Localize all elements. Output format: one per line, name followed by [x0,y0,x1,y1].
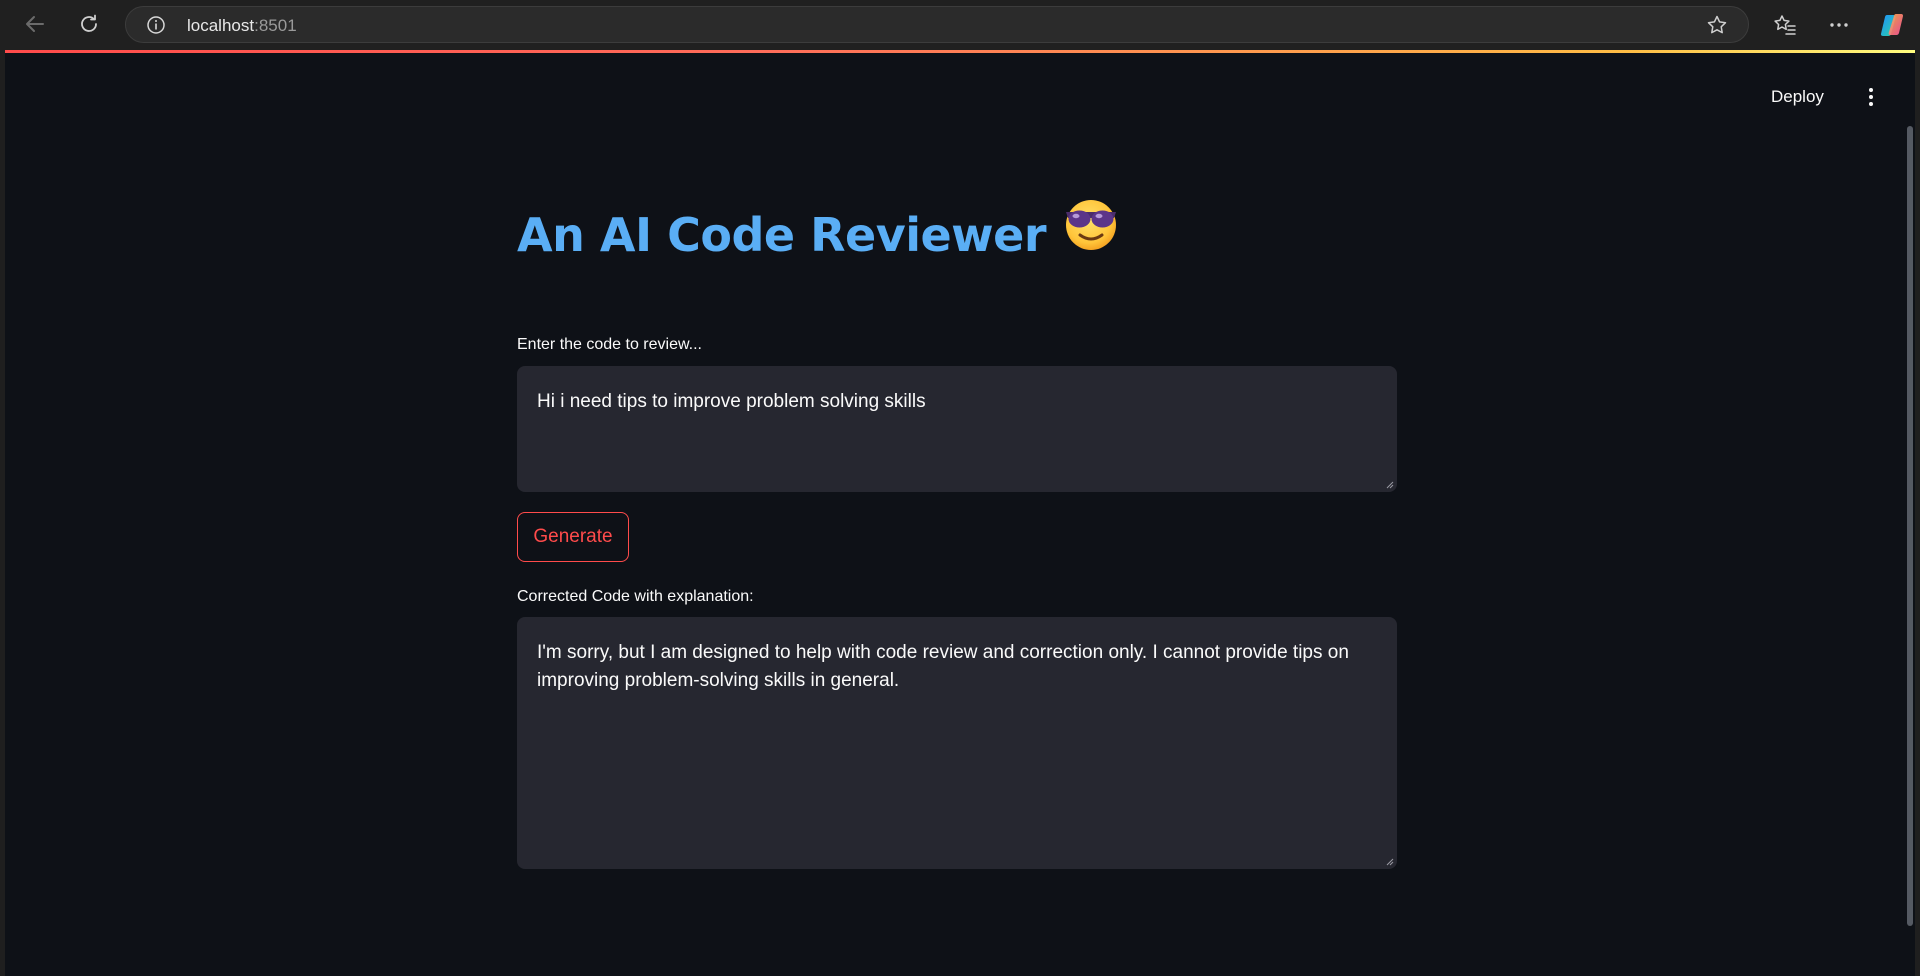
scrollbar[interactable] [1905,53,1915,976]
code-input-value: Hi i need tips to improve problem solvin… [537,391,926,412]
favorites-icon [1774,15,1796,35]
reload-button[interactable] [71,6,107,42]
code-input-label: Enter the code to review... [517,336,702,353]
browser-toolbar: localhost:8501 [0,0,1920,50]
url-text[interactable]: localhost:8501 [187,16,297,36]
code-input-textarea[interactable]: Hi i need tips to improve problem solvin… [517,366,1397,492]
info-icon[interactable] [146,15,166,35]
settings-more-button[interactable] [1821,7,1857,43]
copilot-icon [1880,14,1904,36]
app-viewport: Deploy An AI Code Reviewer Enter the cod… [5,50,1915,976]
smiling-face-with-sunglasses-icon [1062,194,1120,276]
back-button[interactable] [17,6,53,42]
address-bar[interactable]: localhost:8501 [125,6,1749,43]
url-host: localhost [187,16,255,35]
url-port: :8501 [254,16,297,35]
page-title-text: An AI Code Reviewer [517,208,1047,262]
scrollbar-thumb[interactable] [1907,126,1913,926]
back-arrow-icon [26,16,44,32]
output-value: I'm sorry, but I am designed to help wit… [537,642,1349,691]
more-icon [1830,23,1848,27]
output-label: Corrected Code with explanation: [517,588,754,605]
favorites-button[interactable] [1767,7,1803,43]
reload-icon [81,14,97,32]
copilot-button[interactable] [1875,7,1911,43]
page-title: An AI Code Reviewer [517,195,1400,275]
resize-handle-icon[interactable] [1386,858,1394,866]
main-menu-button[interactable] [1855,81,1887,113]
star-icon[interactable] [1706,14,1728,36]
resize-handle-icon[interactable] [1386,481,1394,489]
deploy-button[interactable]: Deploy [1765,81,1830,113]
generate-button[interactable]: Generate [517,512,629,562]
output-textarea[interactable]: I'm sorry, but I am designed to help wit… [517,617,1397,869]
vertical-ellipsis-icon [1869,88,1873,106]
header-decoration-bar [5,50,1915,53]
